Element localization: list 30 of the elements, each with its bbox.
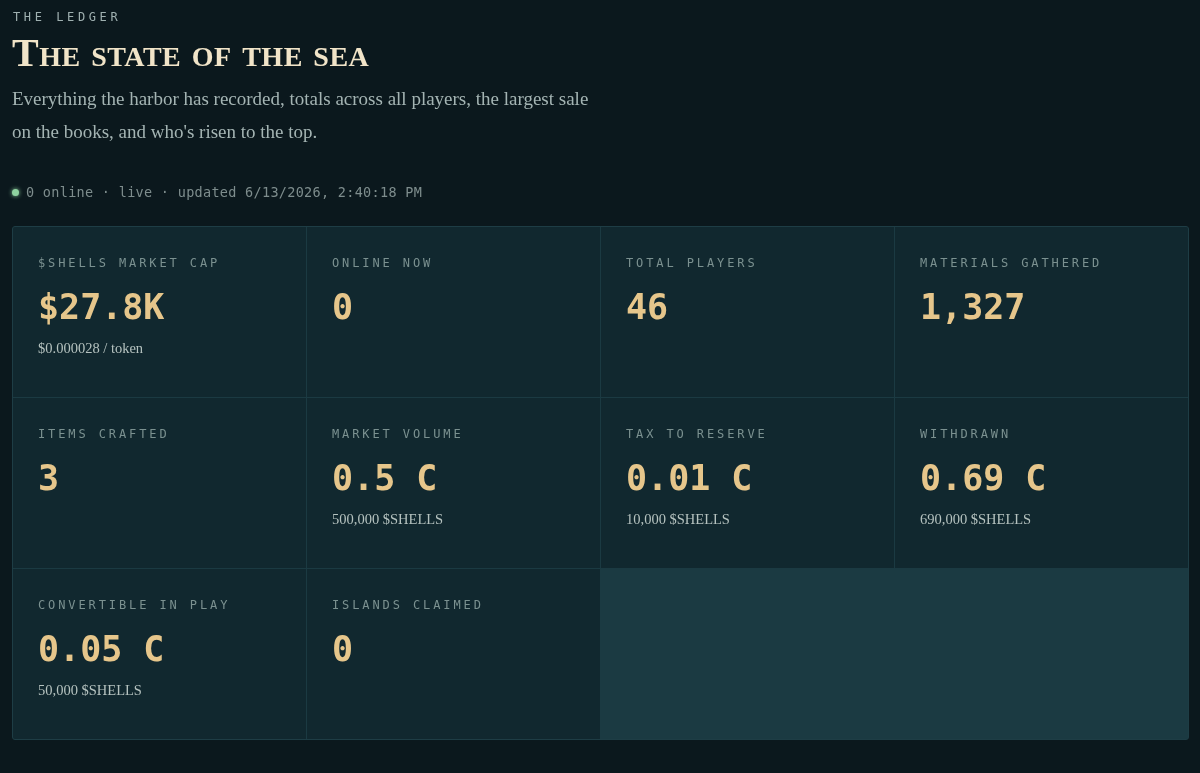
page-title: The state of the sea: [12, 30, 371, 76]
stat-note: $0.000028 / token: [38, 340, 145, 357]
stat-label: MARKET VOLUME: [332, 427, 465, 441]
stat-label: ITEMS CRAFTED: [38, 427, 171, 441]
stat-label: TAX TO RESERVE: [626, 427, 769, 441]
stat-value: 0: [332, 287, 355, 327]
stat-note: 500,000 $SHELLS: [332, 511, 445, 528]
stat-label: TOTAL PLAYERS: [626, 256, 759, 270]
stat-label: MATERIALS GATHERED: [920, 256, 1104, 270]
status-text: 0 online · live · updated 6/13/2026, 2:40:18 PM: [26, 184, 423, 200]
stat-value: 1,327: [920, 287, 1027, 327]
stat-value: 0.69 C: [920, 458, 1048, 498]
stat-value: 0.01 C: [626, 458, 754, 498]
stat-note: 690,000 $SHELLS: [920, 511, 1033, 528]
stat-label: $SHELLS MARKET CAP: [38, 256, 222, 270]
stat-note: 10,000 $SHELLS: [626, 511, 731, 528]
stat-label: CONVERTIBLE IN PLAY: [38, 598, 232, 612]
stat-value: 0.05 C: [38, 629, 166, 669]
eyebrow-label: THE LEDGER: [13, 10, 123, 24]
stat-value: 0.5 C: [332, 458, 439, 498]
intro-text: Everything the harbor has recorded, totals across all players, the largest sale on the books, and who's risen to the top.: [12, 87, 590, 144]
stat-value: $27.8K: [38, 287, 166, 327]
stat-value: 0: [332, 629, 355, 669]
stat-value: 46: [626, 287, 670, 327]
stat-note: 50,000 $SHELLS: [38, 682, 143, 699]
status-dot-icon: [12, 188, 19, 196]
stat-label: ONLINE NOW: [332, 256, 435, 270]
stat-label: WITHDRAWN: [920, 427, 1013, 441]
stat-label: ISLANDS CLAIMED: [332, 598, 485, 612]
stat-value: 3: [38, 458, 61, 498]
